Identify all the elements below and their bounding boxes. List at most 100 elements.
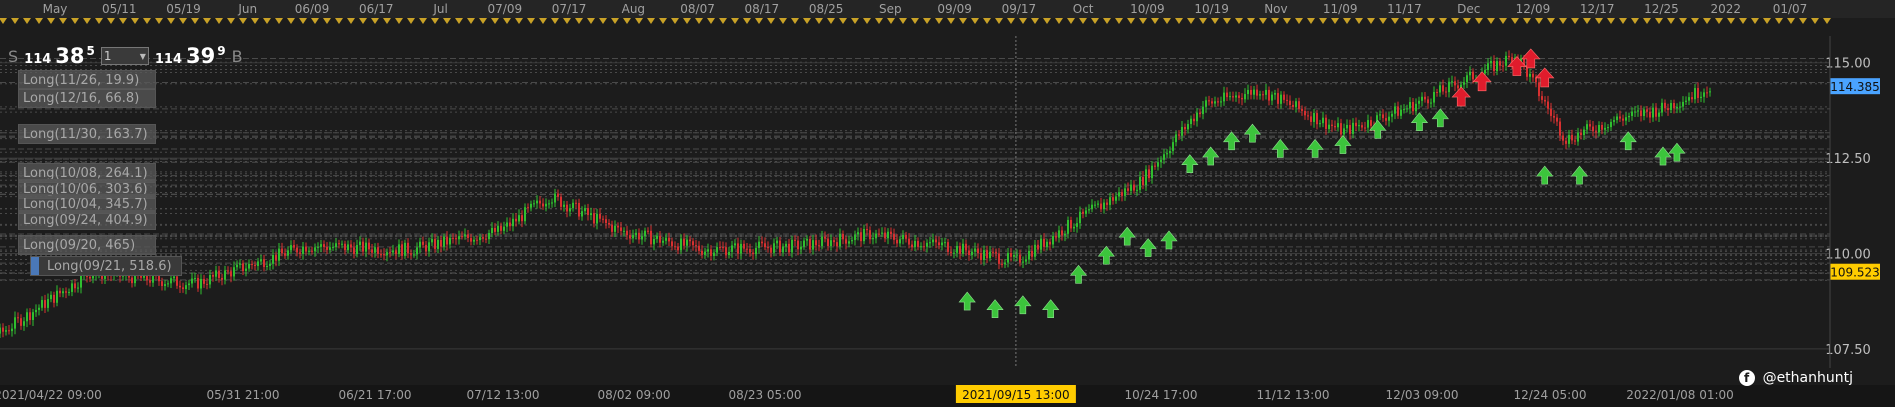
candle-body — [983, 250, 985, 260]
candle-body — [941, 242, 943, 246]
candle-body — [224, 270, 226, 280]
candle-body — [1307, 115, 1309, 117]
candle-body — [638, 232, 640, 240]
candle-body — [833, 240, 835, 243]
candle-body — [437, 239, 439, 249]
candle-body — [374, 247, 376, 253]
candle-body — [608, 223, 610, 225]
candle-body — [1310, 116, 1312, 122]
candle-body — [1406, 108, 1408, 110]
top-axis-label: Jun — [237, 2, 257, 16]
candle-body — [773, 243, 775, 253]
candle-body — [1085, 210, 1087, 214]
candle-body — [1613, 120, 1615, 122]
candle-body — [872, 238, 874, 240]
candle-body — [266, 265, 268, 268]
order-item[interactable]: Long(09/24, 404.9) — [18, 210, 156, 230]
candle-body — [857, 232, 859, 235]
candle-body — [911, 244, 913, 248]
candle-body — [1412, 102, 1414, 112]
candle-body — [1229, 96, 1231, 98]
candle-body — [1616, 116, 1618, 121]
candle-body — [1610, 121, 1612, 128]
candle-body — [1220, 101, 1222, 103]
candle-body — [1052, 236, 1054, 245]
candle-body — [1556, 117, 1558, 122]
candle-body — [1193, 118, 1195, 122]
candle-body — [752, 252, 754, 255]
candle-body — [551, 202, 553, 204]
candle-body — [476, 239, 478, 241]
candle-body — [1592, 126, 1594, 132]
candle-body — [1319, 123, 1321, 125]
quantity-select[interactable]: 1 ▼ — [100, 47, 149, 65]
order-item[interactable]: Long(09/20, 465) — [18, 235, 156, 255]
candle-body — [1466, 75, 1468, 83]
candle-body — [1547, 101, 1549, 109]
candle-body — [8, 330, 10, 332]
candle-body — [653, 238, 655, 245]
candle-body — [794, 239, 796, 241]
candle-body — [1436, 91, 1438, 93]
candle-body — [803, 240, 805, 247]
candle-body — [617, 225, 619, 228]
candle-body — [1091, 204, 1093, 210]
candle-body — [596, 213, 598, 224]
bottom-axis-label: 12/24 05:00 — [1514, 388, 1587, 402]
candle-body — [1202, 106, 1204, 115]
order-item[interactable]: Long(11/30, 163.7) — [18, 124, 156, 144]
candle-body — [1430, 102, 1432, 104]
candle-body — [47, 299, 49, 308]
sell-label[interactable]: S — [8, 47, 18, 66]
order-item-selected[interactable]: Long(09/21, 518.6) — [30, 256, 182, 276]
top-axis-label: 12/25 — [1644, 2, 1679, 16]
price-chart[interactable]: 115.00 112.50 110.00 107.50 May 05/11 05/19 Jun… — [0, 0, 1895, 407]
candle-body — [1682, 101, 1684, 107]
candle-body — [380, 253, 382, 255]
candle-body — [473, 239, 475, 242]
candle-body — [215, 270, 217, 277]
candle-body — [182, 287, 184, 290]
y-tick-label: 110.00 — [1825, 248, 1871, 263]
candle-body — [443, 236, 445, 247]
quantity-value: 1 — [103, 49, 112, 63]
candle-body — [80, 275, 82, 288]
top-axis-label: 08/07 — [680, 2, 715, 16]
candle-body — [1370, 120, 1372, 126]
candle-body — [410, 253, 412, 255]
candle-body — [317, 246, 319, 248]
candle-body — [242, 263, 244, 271]
candle-body — [956, 246, 958, 253]
candle-body — [389, 252, 391, 254]
candle-body — [854, 234, 856, 241]
candle-body — [1631, 111, 1633, 117]
candle-body — [1571, 134, 1573, 141]
candle-body — [434, 238, 436, 249]
candle-body — [236, 264, 238, 268]
order-item[interactable]: Long(12/16, 66.8) — [18, 88, 156, 108]
candle-body — [1472, 71, 1474, 80]
candle-body — [989, 251, 991, 259]
candle-body — [830, 240, 832, 247]
order-item[interactable]: Long(11/26, 19.9) — [18, 70, 156, 90]
bottom-axis-label: 05/31 21:00 — [207, 388, 280, 402]
candle-body — [1268, 89, 1270, 101]
candle-body — [1451, 81, 1453, 83]
candle-body — [689, 239, 691, 242]
candle-body — [800, 246, 802, 250]
order-label: Long(11/30, 163.7) — [23, 127, 148, 142]
buy-price[interactable]: 114 39 9 — [155, 44, 226, 68]
sell-price[interactable]: 114 38 5 — [24, 44, 95, 68]
candle-body — [131, 277, 133, 284]
candle-body — [629, 235, 631, 239]
candle-body — [1238, 95, 1240, 98]
candle-body — [1469, 71, 1471, 76]
buy-label[interactable]: B — [232, 47, 243, 66]
candle-body — [914, 240, 916, 248]
candle-body — [884, 232, 886, 239]
candle-body — [968, 250, 970, 255]
candle-body — [530, 203, 532, 208]
candle-body — [515, 218, 517, 222]
candle-body — [974, 248, 976, 252]
candle-body — [1658, 112, 1660, 117]
